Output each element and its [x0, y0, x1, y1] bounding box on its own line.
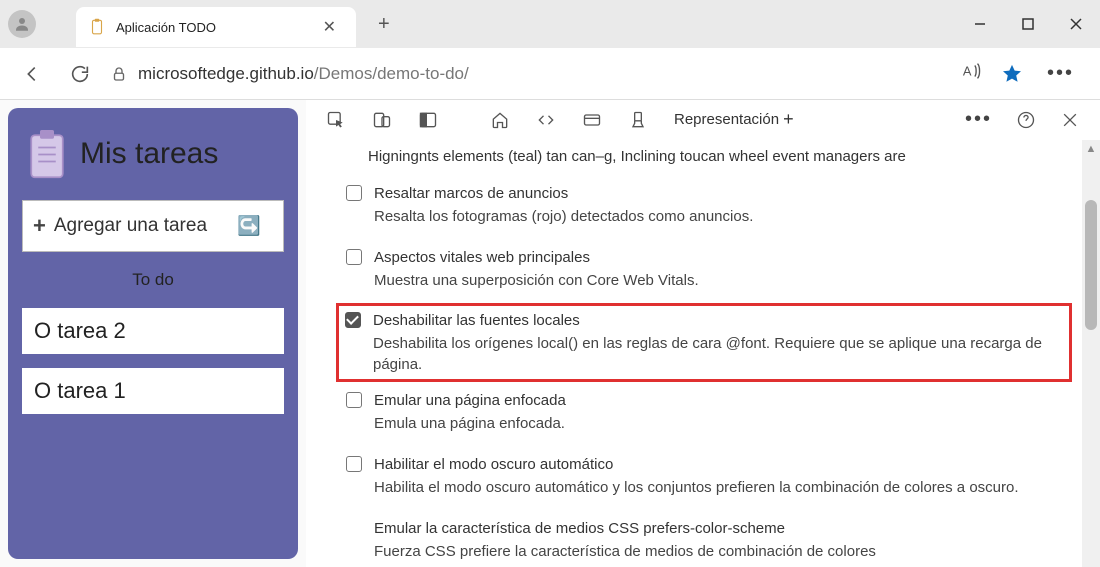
devtools-toolbar: Representación + •••	[306, 100, 1100, 140]
brush-icon[interactable]	[622, 104, 654, 136]
back-button[interactable]	[14, 56, 50, 92]
option-emulate-focused-page: Emular una página enfocada Emula una pág…	[346, 382, 1072, 446]
option-desc: Resalta los fotogramas (rojo) detectados…	[374, 206, 753, 227]
browser-menu-button[interactable]: •••	[1041, 62, 1080, 85]
option-prefers-color-scheme: Emular la característica de medios CSS p…	[346, 510, 1072, 567]
url-path: /Demos/demo-to-do/	[314, 64, 469, 83]
inspect-icon[interactable]	[320, 104, 352, 136]
rendering-options-list: Higningnts elements (teal) tan can–g, In…	[306, 140, 1082, 567]
window-titlebar: Aplicación TODO ✕ +	[0, 0, 1100, 48]
option-title: Habilitar el modo oscuro automático	[374, 454, 1019, 475]
card-icon[interactable]	[576, 104, 608, 136]
checkbox[interactable]	[346, 392, 362, 408]
task-item[interactable]: O tarea 2	[22, 308, 284, 354]
option-desc: Fuerza CSS prefiere la característica de…	[374, 541, 876, 562]
option-desc: Deshabilita los orígenes local() en las …	[373, 333, 1063, 375]
checkbox[interactable]	[346, 456, 362, 472]
address-bar[interactable]: microsoftedge.github.io/Demos/demo-to-do…	[110, 64, 949, 84]
refresh-button[interactable]	[62, 56, 98, 92]
option-title: Resaltar marcos de anuncios	[374, 183, 753, 204]
rendering-tab[interactable]: Representación +	[668, 105, 800, 134]
tab-title: Aplicación TODO	[116, 20, 216, 35]
maximize-button[interactable]	[1004, 0, 1052, 48]
checkbox[interactable]	[345, 312, 361, 328]
option-title: Emular una página enfocada	[374, 390, 566, 411]
option-desc: Habilita el modo oscuro automático y los…	[374, 477, 1019, 498]
plus-icon: +	[783, 109, 794, 130]
devtools-menu-button[interactable]: •••	[959, 108, 998, 131]
profile-icon[interactable]	[8, 10, 36, 38]
url-domain: microsoftedge.github.io	[138, 64, 314, 83]
help-icon[interactable]	[1010, 104, 1042, 136]
clipboard-icon	[88, 18, 106, 36]
read-aloud-icon[interactable]: A	[961, 60, 983, 87]
scrollbar[interactable]: ▲	[1082, 140, 1100, 567]
window-controls	[956, 0, 1100, 48]
checkbox[interactable]	[346, 249, 362, 265]
new-tab-button[interactable]: +	[370, 9, 398, 40]
section-label: To do	[22, 266, 284, 294]
option-desc: Emula una página enfocada.	[374, 413, 566, 434]
tab-label: Representación	[674, 111, 779, 128]
option-core-web-vitals: Aspectos vitales web principales Muestra…	[346, 239, 1072, 303]
favorite-star-icon[interactable]	[1001, 63, 1023, 85]
app-header: Mis tareas	[22, 122, 284, 186]
lock-icon	[110, 65, 128, 83]
panel-left-icon[interactable]	[412, 104, 444, 136]
plus-icon: +	[33, 213, 46, 239]
minimize-button[interactable]	[956, 0, 1004, 48]
scroll-up-arrow[interactable]: ▲	[1082, 140, 1100, 158]
option-title: Emular la característica de medios CSS p…	[374, 518, 876, 539]
option-disable-local-fonts: Deshabilitar las fuentes locales Deshabi…	[336, 303, 1072, 382]
todo-app-panel: Mis tareas + Agregar una tarea ↪️ To do …	[8, 108, 298, 559]
close-devtools-button[interactable]	[1054, 104, 1086, 136]
task-item[interactable]: O tarea 1	[22, 368, 284, 414]
add-task-button[interactable]: + Agregar una tarea ↪️	[22, 200, 284, 252]
option-title: Aspectos vitales web principales	[374, 247, 699, 268]
browser-tab[interactable]: Aplicación TODO ✕	[76, 7, 356, 47]
arrow-emoji-icon: ↪️	[237, 214, 261, 238]
scroll-thumb[interactable]	[1085, 200, 1097, 330]
option-desc: Muestra una superposición con Core Web V…	[374, 270, 699, 291]
option-highlight-ad-frames: Resaltar marcos de anuncios Resalta los …	[346, 175, 1072, 239]
device-toggle-icon[interactable]	[366, 104, 398, 136]
app-title: Mis tareas	[80, 137, 218, 171]
option-title: Deshabilitar las fuentes locales	[373, 310, 1063, 331]
svg-text:A: A	[963, 64, 972, 79]
intro-text: Higningnts elements (teal) tan can–g, In…	[368, 148, 1072, 165]
option-auto-dark-mode: Habilitar el modo oscuro automático Habi…	[346, 446, 1072, 510]
home-icon[interactable]	[484, 104, 516, 136]
add-task-label: Agregar una tarea	[54, 215, 207, 237]
close-window-button[interactable]	[1052, 0, 1100, 48]
tab-close-icon[interactable]: ✕	[319, 17, 340, 37]
browser-toolbar: microsoftedge.github.io/Demos/demo-to-do…	[0, 48, 1100, 100]
code-icon[interactable]	[530, 104, 562, 136]
devtools-panel: Representación + ••• Higningnts elements…	[306, 100, 1100, 567]
clipboard-icon	[26, 130, 68, 178]
checkbox[interactable]	[346, 185, 362, 201]
